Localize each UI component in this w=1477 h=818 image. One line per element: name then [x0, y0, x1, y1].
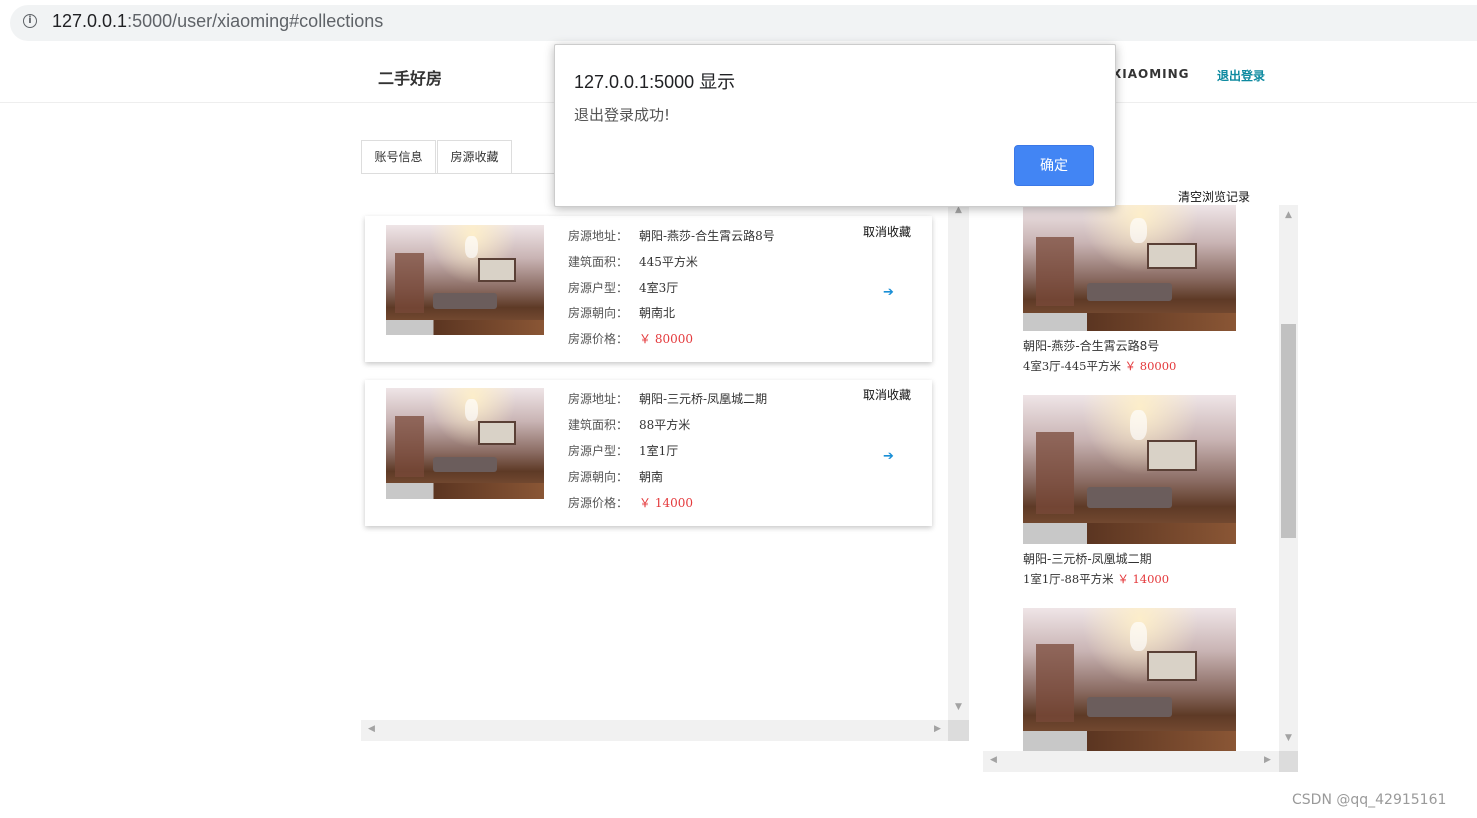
orientation-label: 房源朝向：	[568, 306, 629, 320]
area-value: 445平方米	[639, 255, 698, 269]
layout-value: 4室3厅	[639, 281, 679, 295]
layout-label: 房源户型：	[568, 444, 629, 458]
price-value: ￥ 80000	[639, 332, 693, 346]
history-desc: 1室1厅-88平方米 ￥ 14000	[1023, 571, 1169, 587]
ok-button[interactable]: 确定	[1014, 145, 1094, 186]
address-label: 房源地址：	[568, 229, 629, 243]
scroll-left-icon[interactable]: ◀	[361, 724, 382, 734]
cancel-collection-button[interactable]: 取消收藏	[863, 223, 911, 240]
orientation-value: 朝南北	[639, 306, 676, 320]
area-label: 建筑面积：	[568, 255, 629, 269]
house-photo[interactable]	[386, 225, 544, 335]
username-link[interactable]: XIAOMING	[1112, 67, 1190, 81]
history-horizontal-scrollbar[interactable]	[983, 751, 1279, 772]
orientation-label: 房源朝向：	[568, 470, 629, 484]
address-label: 房源地址：	[568, 392, 629, 406]
clear-history-button[interactable]: 清空浏览记录	[1178, 188, 1250, 205]
url-text[interactable]: 127.0.0.1:5000/user/xiaoming#collections	[52, 11, 383, 32]
history-photo[interactable]	[1023, 395, 1236, 544]
address-value: 朝阳-燕莎-合生霄云路8号	[639, 229, 775, 243]
logout-link[interactable]: 退出登录	[1217, 67, 1265, 84]
history-scroll-thumb[interactable]	[1281, 324, 1296, 538]
scroll-right-icon[interactable]: ▶	[1257, 755, 1278, 765]
history-desc: 4室3厅-445平方米 ￥ 80000	[1023, 358, 1176, 374]
house-photo[interactable]	[386, 388, 544, 499]
history-price: ￥ 80000	[1124, 359, 1177, 373]
scroll-up-icon[interactable]: ▲	[1278, 210, 1299, 220]
history-title[interactable]: 朝阳-燕莎-合生霄云路8号	[1023, 337, 1159, 354]
scroll-down-icon[interactable]: ▼	[948, 702, 969, 712]
arrow-right-icon[interactable]: ➔	[883, 449, 894, 464]
address-value: 朝阳-三元桥-凤凰城二期	[639, 392, 768, 406]
url-path: :5000/user/xiaoming#collections	[127, 11, 384, 31]
history-layout-area: 4室3厅-445平方米	[1023, 359, 1121, 373]
collections-vertical-scrollbar[interactable]	[948, 200, 969, 720]
tab-account-info[interactable]: 账号信息	[361, 140, 436, 173]
watermark: CSDN @qq_42915161	[1292, 792, 1447, 808]
tab-collections[interactable]: 房源收藏	[437, 140, 512, 173]
area-label: 建筑面积：	[568, 418, 629, 432]
scrollbar-corner	[948, 720, 969, 741]
layout-label: 房源户型：	[568, 281, 629, 295]
history-layout-area: 1室1厅-88平方米	[1023, 572, 1114, 586]
site-brand[interactable]: 二手好房	[378, 65, 442, 89]
layout-value: 1室1厅	[639, 444, 679, 458]
site-info-icon[interactable]: i	[23, 14, 37, 28]
price-label: 房源价格：	[568, 332, 629, 346]
history-photo[interactable]	[1023, 205, 1236, 331]
orientation-value: 朝南	[639, 470, 664, 484]
scroll-down-icon[interactable]: ▼	[1278, 733, 1299, 743]
tab-divider	[361, 173, 555, 174]
url-host: 127.0.0.1	[52, 11, 128, 31]
cancel-collection-button[interactable]: 取消收藏	[863, 386, 911, 403]
scroll-right-icon[interactable]: ▶	[927, 724, 948, 734]
history-price: ￥ 14000	[1117, 572, 1170, 586]
history-photo[interactable]	[1023, 608, 1236, 751]
area-value: 88平方米	[639, 418, 691, 432]
arrow-right-icon[interactable]: ➔	[883, 285, 894, 300]
scroll-left-icon[interactable]: ◀	[983, 755, 1004, 765]
history-title[interactable]: 朝阳-三元桥-凤凰城二期	[1023, 550, 1152, 567]
price-label: 房源价格：	[568, 496, 629, 510]
scrollbar-corner	[1279, 751, 1298, 772]
dialog-title: 127.0.0.1:5000 显示	[574, 72, 736, 92]
dialog-message: 退出登录成功!	[574, 106, 671, 124]
collections-horizontal-scrollbar[interactable]	[361, 720, 948, 741]
price-value: ￥ 14000	[639, 496, 693, 510]
